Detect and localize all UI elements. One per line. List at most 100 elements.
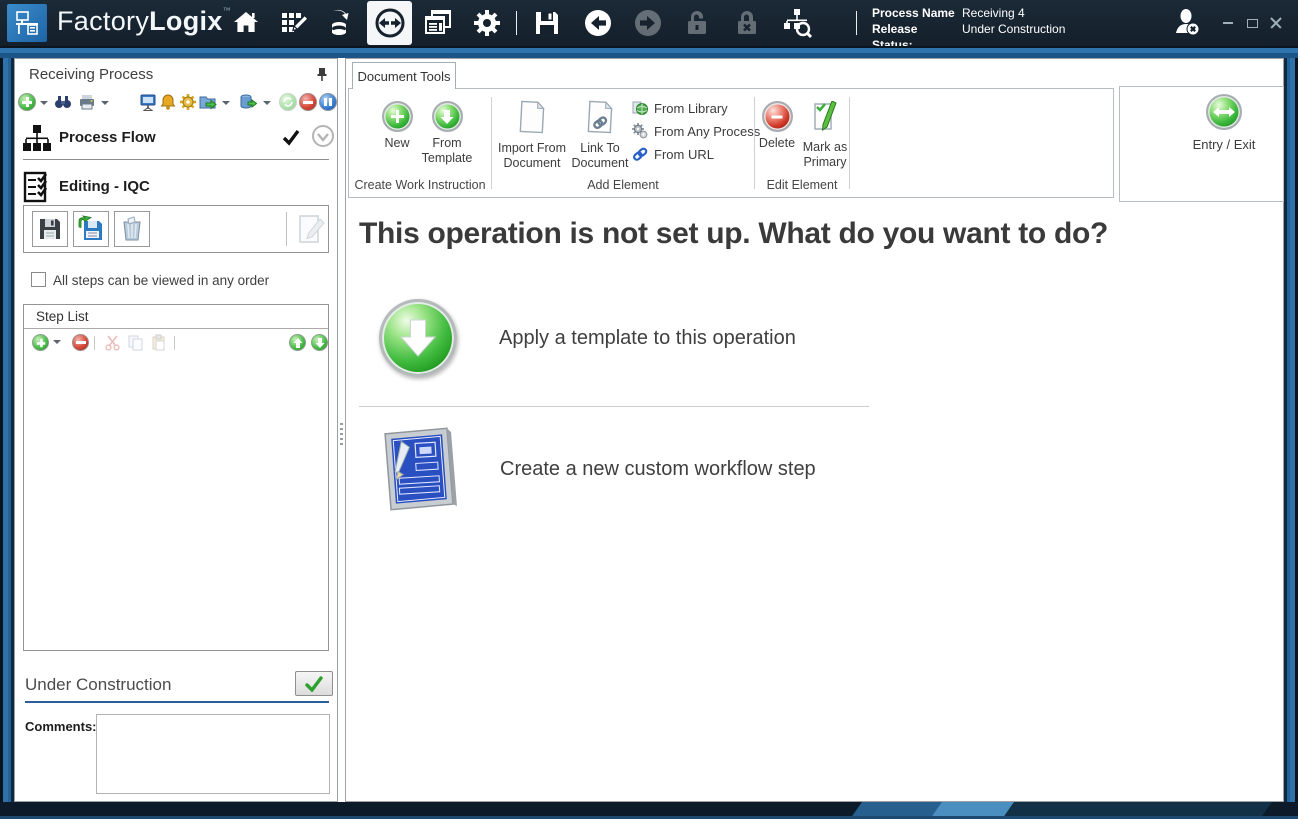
release-status-row: Under Construction	[15, 671, 337, 699]
folder-export-caret[interactable]	[222, 101, 230, 105]
lock-x-icon[interactable]	[724, 0, 770, 46]
create-workflow-option[interactable]: Create a new custom workflow step	[382, 427, 816, 511]
entry-exit-icon[interactable]	[1206, 94, 1242, 130]
copy-icon[interactable]	[127, 334, 144, 351]
process-name-value: Receiving 4	[962, 5, 1025, 21]
add-step-icon[interactable]	[32, 334, 49, 351]
bell-icon[interactable]	[159, 93, 177, 111]
receive-bin-icon[interactable]	[317, 0, 363, 46]
process-flow-icon	[23, 124, 51, 154]
cut-icon[interactable]	[104, 334, 121, 351]
bin-export-caret[interactable]	[263, 101, 271, 105]
brand-wordmark: FactoryLogix™	[57, 6, 231, 37]
from-url-item[interactable]: From URL	[632, 145, 714, 163]
add-icon[interactable]	[18, 93, 36, 111]
status-underline	[25, 701, 329, 703]
add-dropdown-caret[interactable]	[40, 101, 48, 105]
gear-icon[interactable]	[464, 0, 510, 46]
back-icon[interactable]	[575, 0, 621, 46]
folder-export-icon[interactable]	[199, 93, 217, 111]
panel-splitter[interactable]	[340, 423, 343, 445]
forward-icon[interactable]	[625, 0, 671, 46]
collapse-down-icon[interactable]	[311, 124, 335, 148]
panel-title: Receiving Process	[29, 66, 153, 83]
editing-toolbox	[23, 205, 329, 253]
sync-icon[interactable]	[279, 93, 297, 111]
delete-element-button[interactable]: Delete	[754, 101, 800, 151]
mark-as-primary-button[interactable]: Mark as Primary	[797, 101, 853, 170]
from-library-item[interactable]: From Library	[632, 99, 728, 117]
move-up-icon[interactable]	[289, 334, 306, 351]
save-step-button[interactable]	[32, 211, 68, 247]
unlock-icon[interactable]	[674, 0, 720, 46]
pin-icon[interactable]	[316, 67, 328, 86]
window-frame-right	[1284, 58, 1298, 802]
link-to-document-button[interactable]: Link To Document	[565, 101, 635, 171]
delete-icon	[762, 101, 793, 132]
bin-export-icon[interactable]	[239, 93, 257, 111]
maximize-button[interactable]	[1240, 0, 1264, 46]
paste-icon[interactable]	[150, 334, 167, 351]
receiving-process-panel: Receiving Process	[14, 58, 338, 802]
tab-document-tools[interactable]: Document Tools	[352, 62, 456, 89]
print-dropdown-caret[interactable]	[101, 101, 109, 105]
ribbon: New From Template Create Work Instructio…	[348, 88, 1114, 198]
new-icon	[382, 101, 413, 132]
delete-step-button[interactable]	[114, 211, 150, 247]
step-list-title: Step List	[36, 309, 89, 324]
process-name-label: Process Name	[872, 5, 958, 21]
setup-heading: This operation is not set up. What do yo…	[359, 217, 1179, 251]
step-list-toolbar	[24, 330, 328, 356]
process-flow-row[interactable]: Process Flow	[15, 119, 337, 159]
step-list-header: Step List	[24, 305, 328, 329]
stop-icon[interactable]	[299, 93, 317, 111]
order-checkbox[interactable]	[31, 272, 46, 287]
apply-template-option[interactable]: Apply a template to this operation	[379, 299, 796, 377]
check-icon	[281, 127, 301, 147]
process-gears-icon	[632, 123, 648, 139]
step-list-panel: Step List	[23, 304, 329, 651]
from-template-button[interactable]: From Template	[417, 101, 477, 166]
transfer-icon-selected[interactable]	[367, 1, 412, 45]
editing-row: Editing - IQC	[15, 167, 337, 207]
pause-icon[interactable]	[319, 93, 337, 111]
binoculars-icon[interactable]	[54, 93, 72, 111]
gear-gold-icon[interactable]	[179, 93, 197, 111]
save-icon[interactable]	[524, 0, 570, 46]
titlebar-separator	[516, 11, 517, 35]
group-label-edit-element: Edit Element	[755, 178, 849, 192]
home-icon[interactable]	[223, 0, 269, 46]
flow-search-icon[interactable]	[774, 0, 820, 46]
entry-exit-panel: Entry / Exit	[1119, 86, 1284, 202]
options-divider	[359, 406, 869, 407]
approve-status-button[interactable]	[295, 671, 333, 696]
edit-step-icon[interactable]	[296, 213, 326, 250]
import-document-icon	[518, 100, 546, 137]
titlebar: FactoryLogix™	[0, 0, 1298, 46]
create-workflow-label: Create a new custom workflow step	[500, 458, 816, 481]
minimize-button[interactable]	[1216, 0, 1240, 46]
board-icon[interactable]	[139, 93, 157, 111]
window-frame-top	[0, 46, 1298, 58]
window-frame-left	[0, 58, 14, 802]
import-step-button[interactable]	[73, 211, 109, 247]
move-down-icon[interactable]	[311, 334, 328, 351]
remove-step-icon[interactable]	[72, 334, 89, 351]
comments-textarea[interactable]	[96, 714, 330, 794]
release-status-text: Under Construction	[25, 675, 171, 695]
link-document-icon	[586, 100, 614, 137]
order-checkbox-label: All steps can be viewed in any order	[53, 273, 269, 288]
user-status-icon[interactable]	[1165, 0, 1211, 46]
close-button[interactable]	[1264, 0, 1288, 46]
app-logo	[7, 4, 47, 42]
import-from-document-button[interactable]: Import From Document	[495, 101, 569, 171]
documents-icon[interactable]	[415, 0, 461, 46]
edit-grid-icon[interactable]	[270, 0, 316, 46]
entry-exit-label: Entry / Exit	[1174, 137, 1274, 152]
from-any-process-item[interactable]: From Any Process	[632, 122, 760, 140]
workflow-blueprint-icon	[381, 426, 457, 512]
desk-icon	[14, 10, 40, 36]
add-step-caret[interactable]	[53, 340, 61, 344]
print-icon[interactable]	[78, 93, 96, 111]
main-panel: Document Tools New From Template Create …	[345, 58, 1284, 802]
